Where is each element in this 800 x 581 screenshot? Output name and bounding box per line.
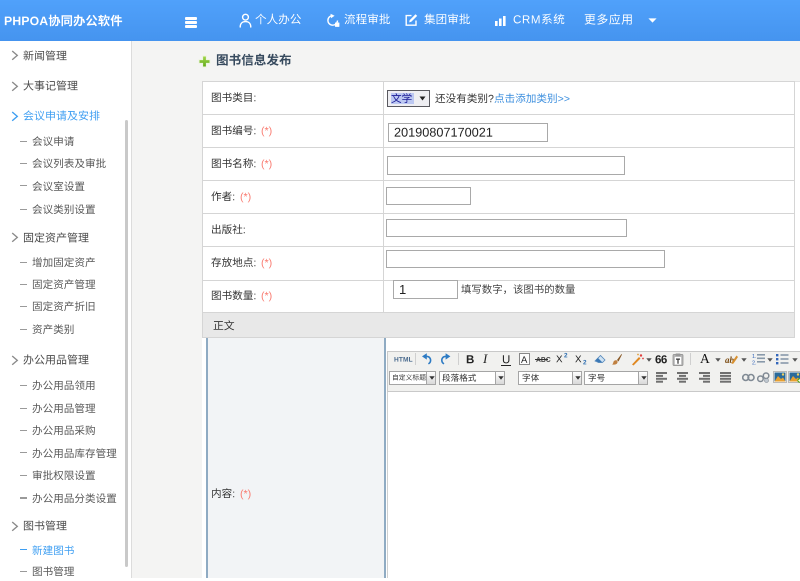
svg-text:1.: 1.: [752, 354, 757, 360]
svg-text:2.: 2.: [752, 361, 757, 366]
svg-text:I: I: [482, 351, 488, 366]
svg-text:A: A: [700, 351, 710, 366]
